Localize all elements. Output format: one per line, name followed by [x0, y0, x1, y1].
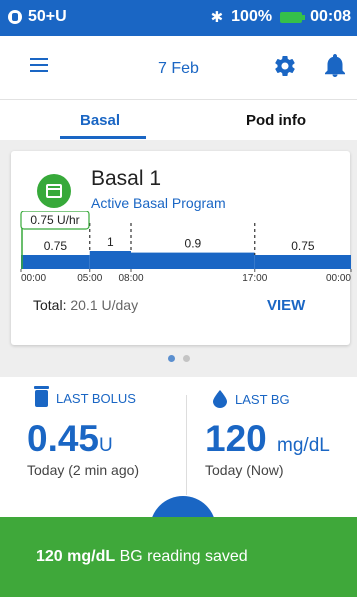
- x-tick-label: 08:00: [118, 273, 143, 284]
- basal-program-card: Basal 1 Active Basal Program 0.75 1 0.9 0.7…: [11, 151, 352, 345]
- app-header: 7 Feb: [0, 36, 357, 100]
- basal-segment-label: 0.75: [291, 239, 315, 253]
- snackbar-message: 120 mg/dL BG reading saved: [36, 548, 248, 566]
- status-bar-right: ✱ 100% 00:08: [211, 8, 351, 26]
- header-date: 7 Feb: [158, 60, 199, 77]
- battery-percent: 100%: [231, 8, 273, 25]
- section-divider: [186, 395, 187, 495]
- last-bg-unit: mg/dL: [277, 435, 330, 456]
- active-tab-indicator: [60, 136, 146, 139]
- pod-reservoir-label: 50+U: [28, 8, 67, 25]
- tab-bar: Basal Pod info: [0, 100, 357, 140]
- total-daily-basal: Total: 20.1 U/day: [33, 297, 138, 313]
- tab-pod-info[interactable]: Pod info: [246, 112, 306, 129]
- last-bg-amount: 120: [205, 418, 267, 459]
- last-bg-value: 120 mg/dL: [205, 418, 330, 460]
- last-bg-header: LAST BG: [213, 390, 290, 408]
- snackbar-value: 120 mg/dL: [36, 548, 116, 565]
- status-bar: 50+U ✱ 100% 00:08: [0, 0, 357, 36]
- x-tick-label: 05:00: [77, 273, 102, 284]
- view-button[interactable]: VIEW: [267, 297, 305, 314]
- bluetooth-icon: ✱: [210, 9, 224, 26]
- program-status: Active Basal Program: [91, 195, 226, 211]
- basal-segment-bar: [89, 251, 131, 269]
- total-value: 20.1 U/day: [70, 297, 139, 313]
- last-bolus-amount: 0.45: [27, 418, 100, 459]
- pod-icon: [8, 10, 22, 24]
- status-bar-left: 50+U: [8, 8, 67, 26]
- basal-segment-bar: [21, 255, 90, 269]
- basal-segment-bar: [254, 255, 351, 269]
- gear-icon[interactable]: [273, 54, 297, 78]
- x-tick-label: 00:00: [21, 273, 46, 284]
- pager-dot[interactable]: [167, 355, 175, 362]
- basal-segment-label: 1: [107, 235, 114, 249]
- tab-basal[interactable]: Basal: [80, 112, 120, 129]
- calendar-icon: [37, 174, 71, 208]
- basal-segment-label: 0.9: [185, 237, 202, 251]
- last-bg-time: Today (Now): [205, 462, 284, 478]
- current-rate-label: 0.75 U/hr: [30, 213, 79, 227]
- basal-segment-label: 0.75: [44, 239, 68, 253]
- battery-icon: [280, 11, 306, 23]
- carousel-pager: [0, 355, 357, 362]
- status-time: 00:08: [310, 8, 351, 25]
- insulin-vial-icon: [34, 386, 49, 407]
- last-bolus-label: LAST BOLUS: [56, 391, 136, 406]
- last-bolus-unit: U: [99, 435, 113, 456]
- program-name: Basal 1: [91, 167, 162, 190]
- total-label: Total:: [33, 297, 67, 313]
- last-bg-label: LAST BG: [235, 391, 290, 407]
- last-bolus-time: Today (2 min ago): [27, 462, 140, 478]
- basal-rate-chart: 0.75 1 0.9 0.75 0.75 U/hr 00:00 05:00 08:00 17:0…: [20, 211, 352, 284]
- basal-segment-bar: [131, 252, 255, 269]
- dashboard-carousel: Basal 1 Active Basal Program 0.75 1 0.9 0.7…: [0, 140, 357, 377]
- bell-icon[interactable]: [325, 54, 345, 78]
- pager-dot[interactable]: [182, 355, 190, 362]
- snackbar: 120 mg/dL BG reading saved: [0, 517, 357, 597]
- x-tick-label: 00:00: [326, 273, 351, 284]
- last-bolus-header: LAST BOLUS: [34, 386, 136, 407]
- x-tick-label: 17:00: [242, 273, 267, 284]
- blood-drop-icon: [213, 390, 227, 408]
- last-bolus-value: 0.45U: [27, 418, 113, 460]
- snackbar-text: BG reading saved: [119, 548, 248, 565]
